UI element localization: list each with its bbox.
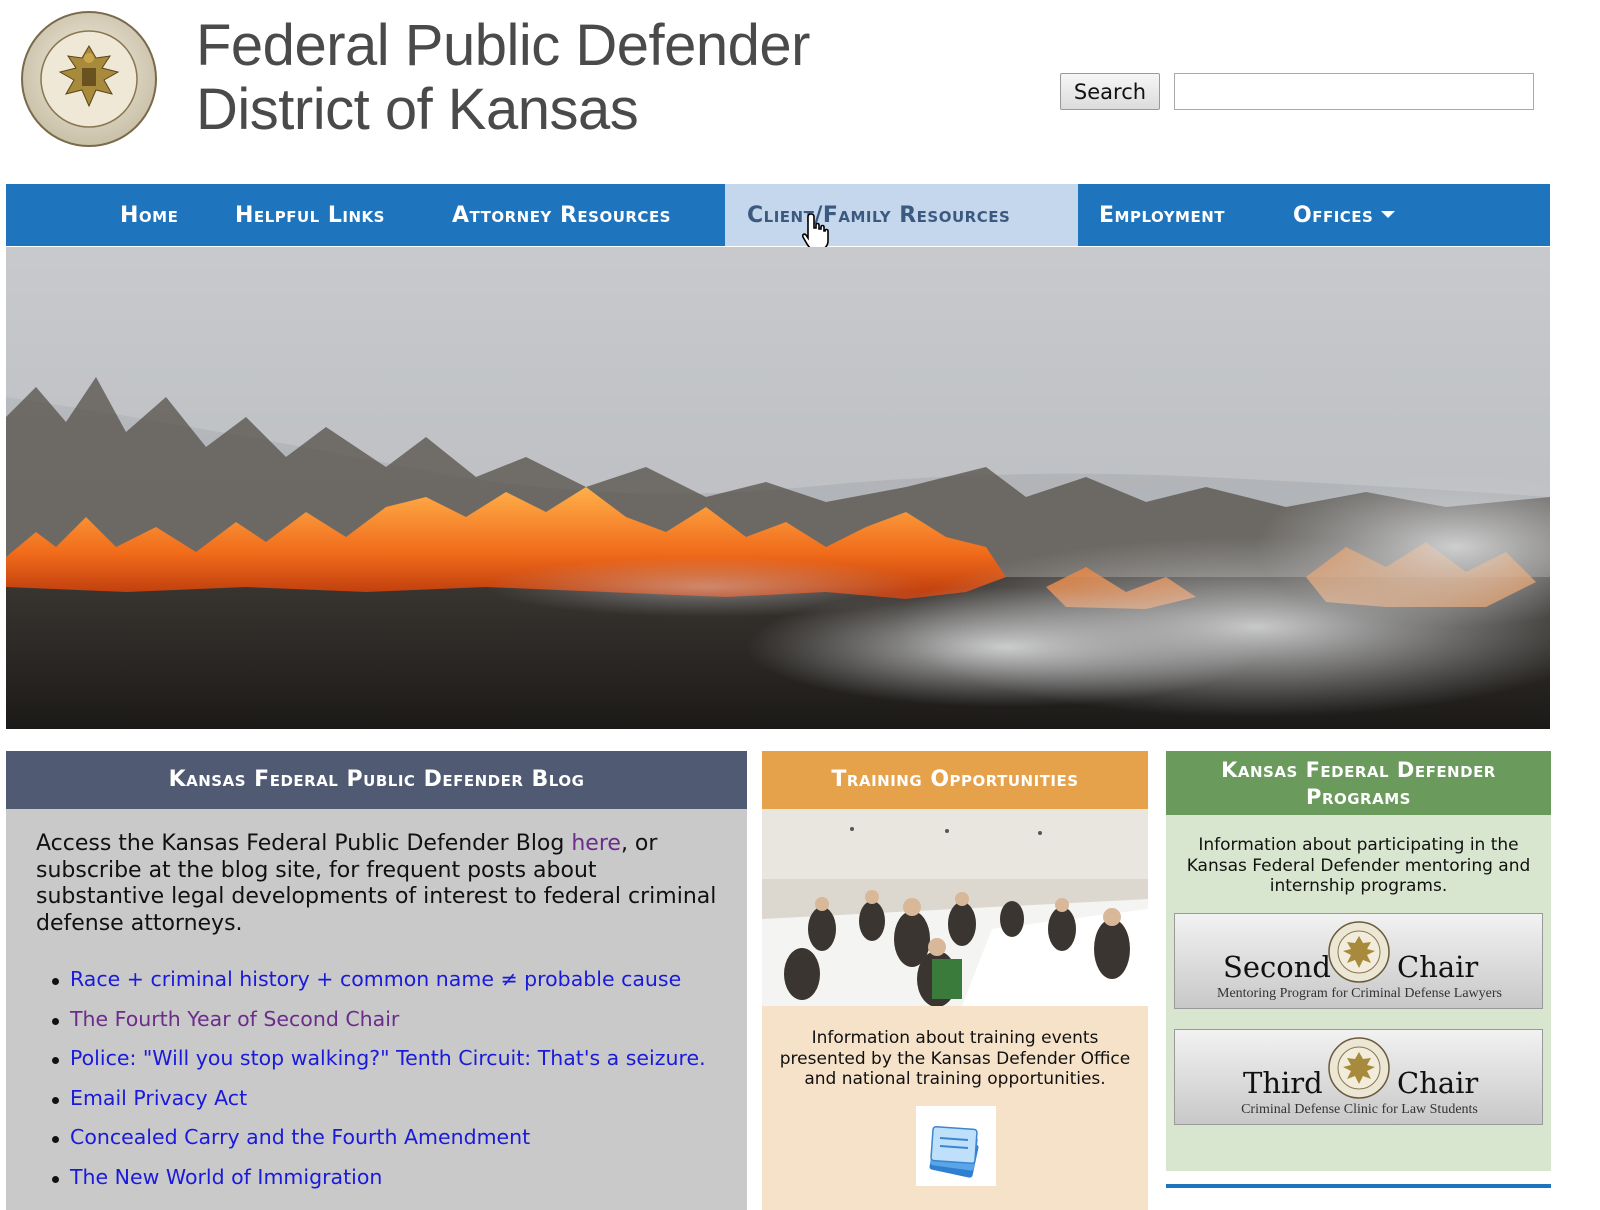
blog-post-link[interactable]: The New World of Immigration [50,1165,706,1205]
federal-defender-seal-logo[interactable] [20,10,158,148]
training-panel-title: Training Opportunities [762,751,1148,809]
programs-next-section-bar [1166,1184,1551,1188]
nav-item-helpful-links[interactable]: Helpful Links [235,184,385,246]
caret-down-icon [1381,211,1396,218]
site-title[interactable]: Federal Public Defender District of Kans… [196,14,810,142]
nav-item-attorney-resources[interactable]: Attorney Resources [452,184,671,246]
blog-here-link[interactable]: here [571,831,621,856]
blog-intro-before: Access the Kansas Federal Public Defende… [36,831,572,856]
blog-panel-title: Kansas Federal Public Defender Blog [6,751,747,809]
blog-post-link[interactable]: Email Privacy Act [50,1086,706,1126]
site-title-line1: Federal Public Defender [196,13,810,78]
blog-intro: Access the Kansas Federal Public Defende… [36,831,726,937]
third-chair-word2: Chair [1397,1066,1479,1100]
nav-item-offices[interactable]: Offices [1293,184,1396,246]
site-header: Federal Public Defender District of Kans… [0,0,1600,185]
blog-post-link[interactable]: Police: "Will you stop walking?" Tenth C… [50,1046,706,1086]
search-input[interactable] [1174,73,1534,110]
second-chair-banner[interactable]: Second Chair Mentoring Program for Crimi… [1174,913,1543,1009]
nav-item-client-family-resources[interactable]: Client/Family Resources [725,184,1078,246]
hero-prairie-fire-image [6,247,1550,729]
nav-item-home[interactable]: Home [120,184,178,246]
training-panel: Training Opportunities Information about… [762,751,1148,1210]
training-event-photo[interactable] [762,809,1148,1006]
seal-icon [1328,921,1390,983]
programs-panel: Kansas Federal Defender Programs Informa… [1166,751,1551,1171]
hand-cursor-icon [802,213,829,251]
blog-post-link[interactable]: Race + criminal history + common name ≠ … [50,967,706,1007]
programs-description: Information about participating in the K… [1186,835,1531,896]
second-chair-subtitle: Mentoring Program for Criminal Defense L… [1217,986,1502,1001]
nav-item-employment[interactable]: Employment [1099,184,1225,246]
nav-item-offices-label: Offices [1293,203,1374,228]
seal-icon [1328,1037,1390,1099]
third-chair-banner[interactable]: Third Chair Criminal Defense Clinic for … [1174,1029,1543,1125]
blog-panel: Kansas Federal Public Defender Blog Acce… [6,751,747,1210]
training-description: Information about training events presen… [779,1028,1131,1089]
third-chair-subtitle: Criminal Defense Clinic for Law Students [1241,1102,1478,1117]
site-title-line2: District of Kansas [196,77,639,142]
search-button[interactable]: Search [1060,73,1160,110]
programs-panel-title: Kansas Federal Defender Programs [1166,751,1551,815]
third-chair-word1: Third [1243,1066,1323,1100]
second-chair-word1: Second [1223,950,1331,984]
document-stack-icon[interactable] [916,1106,996,1186]
blog-post-link[interactable]: The Fourth Year of Second Chair [50,1007,706,1047]
blog-post-link[interactable]: Concealed Carry and the Fourth Amendment [50,1125,706,1165]
second-chair-word2: Chair [1397,950,1479,984]
main-nav: Home Helpful Links Attorney Resources Cl… [6,184,1550,246]
blog-post-list: Race + criminal history + common name ≠ … [50,967,706,1204]
